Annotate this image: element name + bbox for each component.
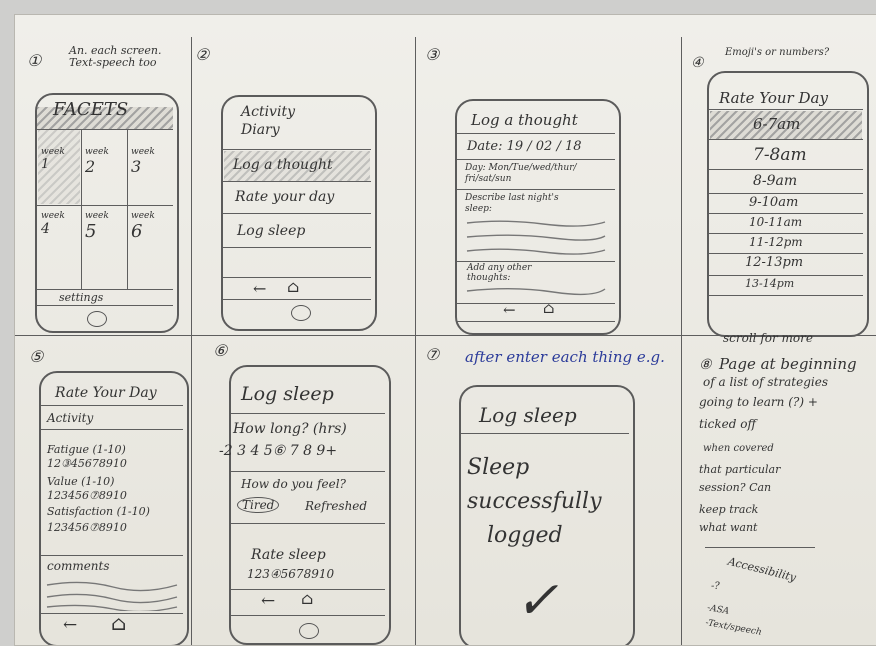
home-button-icon[interactable]	[299, 623, 319, 639]
tired-option[interactable]: Tired	[237, 497, 280, 513]
value-label: Value (1-10)	[47, 475, 115, 488]
panel-number: ②	[195, 45, 210, 64]
app-title: FACETS	[53, 99, 129, 120]
screen-title: Activity Diary	[241, 104, 295, 138]
panel-divider	[191, 37, 192, 645]
home-icon[interactable]: ⌂	[543, 299, 554, 317]
activity-field[interactable]: Activity	[47, 411, 93, 425]
date-field[interactable]: Date: 19 / 02 / 18	[467, 139, 582, 154]
comments-textarea[interactable]	[43, 577, 181, 611]
time-slot[interactable]: 9-10am	[749, 195, 798, 210]
panel-note: after enter each thing e.g.	[465, 348, 665, 366]
note-line: -ASA	[706, 603, 730, 617]
satisfaction-label: Satisfaction (1-10)	[47, 505, 150, 518]
satisfaction-scale[interactable]: 123456⑦8910	[47, 521, 127, 534]
note-line: keep track	[699, 503, 759, 516]
home-icon[interactable]: ⌂	[287, 277, 299, 296]
week-tile-6[interactable]: week 6	[131, 211, 155, 242]
screen-title: Rate Your Day	[55, 385, 157, 401]
screen-title: Log a thought	[471, 111, 578, 129]
add-thoughts-label: Add any other thoughts:	[467, 263, 532, 283]
checkmark-icon: ✓	[515, 571, 559, 631]
how-long-label: How long? (hrs)	[233, 421, 347, 437]
panel-number: ①	[27, 51, 42, 70]
note-line: what want	[699, 521, 758, 534]
week-tile-4[interactable]: week 4	[41, 211, 65, 237]
back-arrow-icon[interactable]: ←	[503, 301, 516, 319]
screen-title: Log sleep	[241, 383, 334, 405]
time-slot[interactable]: 13-14pm	[745, 277, 794, 290]
feel-label: How do you feel?	[241, 477, 346, 491]
describe-sleep-label: Describe last night's sleep:	[465, 193, 559, 214]
note-line: -?	[711, 581, 720, 592]
hours-scale[interactable]: -2 3 4 5⑥ 7 8 9+	[219, 443, 337, 459]
rate-sleep-scale[interactable]: 123④5678910	[247, 567, 334, 581]
note-line: that particular	[699, 463, 781, 476]
note-line: of a list of strategies	[703, 375, 828, 389]
week-tile-2[interactable]: week 2	[85, 147, 109, 176]
settings-link[interactable]: settings	[59, 291, 103, 304]
panel-divider	[415, 37, 416, 645]
time-slot[interactable]: 12-13pm	[745, 255, 803, 270]
rate-sleep-label: Rate sleep	[251, 547, 326, 563]
menu-log-thought[interactable]: Log a thought	[233, 157, 333, 173]
week-tile-5[interactable]: week 5	[85, 211, 109, 242]
panel-note: Emoji's or numbers?	[725, 47, 830, 58]
value-scale[interactable]: 123456⑦8910	[47, 489, 127, 502]
panel-divider	[681, 37, 682, 645]
day-selector[interactable]: Day: Mon/Tue/wed/thur/fri/sat/sun	[465, 163, 577, 185]
week-tile-1[interactable]: week 1	[41, 147, 65, 172]
scroll-hint: scroll for more	[723, 331, 813, 345]
fatigue-label: Fatigue (1-10)	[47, 443, 126, 456]
note-line: ticked off	[699, 417, 756, 431]
week-tile-3[interactable]: week 3	[131, 147, 155, 176]
time-slot[interactable]: 8-9am	[753, 173, 797, 189]
menu-log-sleep[interactable]: Log sleep	[237, 223, 305, 239]
note-line: Page at beginning	[719, 355, 857, 373]
home-icon[interactable]: ⌂	[301, 589, 313, 608]
home-button-icon[interactable]	[87, 311, 107, 327]
storyboard-sheet: ① An. each screen. Text-speech too FACET…	[14, 14, 876, 646]
back-arrow-icon[interactable]: ←	[253, 279, 266, 298]
back-arrow-icon[interactable]: ←	[63, 615, 77, 635]
note-line: going to learn (?) +	[699, 395, 818, 409]
menu-rate-day[interactable]: Rate your day	[235, 189, 334, 205]
home-button-icon[interactable]	[291, 305, 311, 321]
screen-title: Log sleep	[479, 403, 577, 427]
home-icon[interactable]: ⌂	[111, 611, 126, 635]
comments-label: comments	[47, 559, 110, 573]
screen-title: Rate Your Day	[719, 89, 828, 107]
panel-number: ⑥	[213, 341, 228, 360]
panel-number: ④	[691, 55, 704, 71]
note-line: when covered	[703, 443, 774, 454]
note-line: -Text/speech	[704, 618, 763, 638]
fatigue-scale[interactable]: 12③45678910	[47, 457, 127, 470]
panel-number: ⑦	[425, 345, 440, 364]
time-slot[interactable]: 6-7am	[753, 115, 800, 133]
panel-number: ③	[425, 45, 440, 64]
time-slot[interactable]: 10-11am	[749, 215, 802, 229]
back-arrow-icon[interactable]: ←	[261, 591, 275, 611]
panel-number: ⑧	[699, 357, 712, 373]
describe-sleep-textarea[interactable]	[463, 215, 609, 259]
success-message: Sleep successfully logged	[467, 455, 602, 548]
note-line: Accessibility	[726, 554, 798, 585]
panel-note: An. each screen. Text-speech too	[69, 44, 162, 69]
time-slot[interactable]: 11-12pm	[749, 235, 803, 249]
time-slot[interactable]: 7-8am	[753, 145, 807, 165]
panel-number: ⑤	[29, 347, 44, 366]
add-thoughts-textarea[interactable]	[463, 283, 609, 301]
note-line: session? Can	[699, 481, 772, 494]
refreshed-option[interactable]: Refreshed	[305, 499, 367, 513]
